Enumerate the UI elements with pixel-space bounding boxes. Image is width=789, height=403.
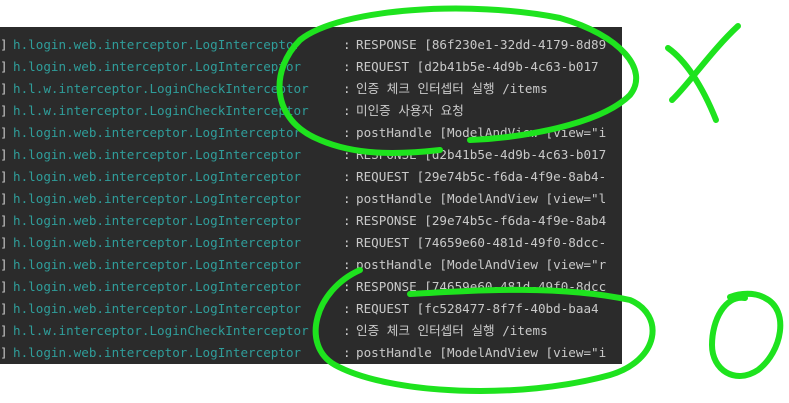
log-line: ] h.l.w.interceptor.LoginCheckInterceptor… xyxy=(0,320,622,342)
log-line-separator: : xyxy=(343,235,351,250)
log-line: ] h.login.web.interceptor.LogInterceptor:… xyxy=(0,188,622,210)
log-line: ] h.login.web.interceptor.LogInterceptor:… xyxy=(0,210,622,232)
log-line-message: postHandle [ModelAndView [view="i xyxy=(356,345,607,360)
log-line-message: 인증 체크 인터셉터 실행 /items xyxy=(356,81,548,96)
log-line-logger: h.login.web.interceptor.LogInterceptor xyxy=(13,213,302,228)
log-line-separator: : xyxy=(343,191,351,206)
log-line-gutter: ] xyxy=(0,257,8,272)
log-line: ] h.login.web.interceptor.LogInterceptor:… xyxy=(0,34,622,56)
log-line-message: 인증 체크 인터셉터 실행 /items xyxy=(356,323,548,338)
log-line-gutter: ] xyxy=(0,191,8,206)
log-line-message: REQUEST [74659e60-481d-49f0-8dcc- xyxy=(356,235,607,250)
log-line-gutter: ] xyxy=(0,37,8,52)
log-line-separator: : xyxy=(343,125,351,140)
log-line-separator: : xyxy=(343,37,351,52)
log-line-gutter: ] xyxy=(0,213,8,228)
log-line-message: postHandle [ModelAndView [view="l xyxy=(356,191,607,206)
o-mark-icon xyxy=(709,290,784,379)
log-line-separator: : xyxy=(343,81,351,96)
log-line-logger: h.login.web.interceptor.LogInterceptor xyxy=(13,257,302,272)
log-line-separator: : xyxy=(343,301,351,316)
log-line-message: RESPONSE [74659e60-481d-49f0-8dcc xyxy=(356,279,607,294)
log-line-message: 미인증 사용자 요청 xyxy=(356,103,464,118)
log-line-gutter: ] xyxy=(0,103,8,118)
log-line-logger: h.login.web.interceptor.LogInterceptor xyxy=(13,169,302,184)
log-line-logger: h.login.web.interceptor.LogInterceptor xyxy=(13,301,302,316)
log-line: ] h.login.web.interceptor.LogInterceptor:… xyxy=(0,298,622,320)
log-line: ] h.login.web.interceptor.LogInterceptor:… xyxy=(0,232,622,254)
log-line-gutter: ] xyxy=(0,345,8,360)
log-line-gutter: ] xyxy=(0,125,8,140)
log-line-logger: h.l.w.interceptor.LoginCheckInterceptor xyxy=(13,81,309,96)
log-line-message: postHandle [ModelAndView [view="i xyxy=(356,125,607,140)
log-line-message: RESPONSE [29e74b5c-f6da-4f9e-8ab4 xyxy=(356,213,607,228)
log-line-gutter: ] xyxy=(0,169,8,184)
x-mark-icon xyxy=(665,23,741,123)
log-line-logger: h.login.web.interceptor.LogInterceptor xyxy=(13,147,302,162)
log-line: ] h.l.w.interceptor.LoginCheckInterceptor… xyxy=(0,78,622,100)
log-line-gutter: ] xyxy=(0,323,8,338)
log-line-message: RESPONSE [d2b41b5e-4d9b-4c63-b017 xyxy=(356,147,607,162)
log-line-message: REQUEST [fc528477-8f7f-40bd-baa4 xyxy=(356,301,599,316)
log-line-gutter: ] xyxy=(0,81,8,96)
log-line-separator: : xyxy=(343,213,351,228)
log-line-separator: : xyxy=(343,345,351,360)
log-line-separator: : xyxy=(343,169,351,184)
log-line: ] h.login.web.interceptor.LogInterceptor:… xyxy=(0,122,622,144)
log-line-gutter: ] xyxy=(0,279,8,294)
log-line: ] h.l.w.interceptor.LoginCheckInterceptor… xyxy=(0,100,622,122)
log-lines: ] h.login.web.interceptor.LogInterceptor:… xyxy=(0,27,622,364)
log-line: ] h.login.web.interceptor.LogInterceptor:… xyxy=(0,276,622,298)
log-line-gutter: ] xyxy=(0,59,8,74)
log-line-logger: h.l.w.interceptor.LoginCheckInterceptor xyxy=(13,323,309,338)
log-line-logger: h.l.w.interceptor.LoginCheckInterceptor xyxy=(13,103,309,118)
log-line-logger: h.login.web.interceptor.LogInterceptor xyxy=(13,191,302,206)
log-line-separator: : xyxy=(343,257,351,272)
log-line-logger: h.login.web.interceptor.LogInterceptor xyxy=(13,125,302,140)
log-line-gutter: ] xyxy=(0,235,8,250)
log-line-logger: h.login.web.interceptor.LogInterceptor xyxy=(13,235,302,250)
log-line-message: REQUEST [d2b41b5e-4d9b-4c63-b017 xyxy=(356,59,599,74)
log-line-separator: : xyxy=(343,323,351,338)
console-output[interactable]: ] h.login.web.interceptor.LogInterceptor:… xyxy=(0,27,622,364)
log-line: ] h.login.web.interceptor.LogInterceptor:… xyxy=(0,56,622,78)
log-line-logger: h.login.web.interceptor.LogInterceptor xyxy=(13,59,302,74)
log-line: ] h.login.web.interceptor.LogInterceptor:… xyxy=(0,342,622,364)
log-line-separator: : xyxy=(343,103,351,118)
log-line-logger: h.login.web.interceptor.LogInterceptor xyxy=(13,345,302,360)
log-line-logger: h.login.web.interceptor.LogInterceptor xyxy=(13,37,302,52)
log-line-gutter: ] xyxy=(0,147,8,162)
log-line-message: REQUEST [29e74b5c-f6da-4f9e-8ab4- xyxy=(356,169,607,184)
log-line-separator: : xyxy=(343,279,351,294)
log-line-gutter: ] xyxy=(0,301,8,316)
log-line-message: RESPONSE [86f230e1-32dd-4179-8d89 xyxy=(356,37,607,52)
log-line: ] h.login.web.interceptor.LogInterceptor:… xyxy=(0,254,622,276)
log-line: ] h.login.web.interceptor.LogInterceptor:… xyxy=(0,166,622,188)
log-line-separator: : xyxy=(343,59,351,74)
log-line-separator: : xyxy=(343,147,351,162)
log-line: ] h.login.web.interceptor.LogInterceptor:… xyxy=(0,144,622,166)
log-line-logger: h.login.web.interceptor.LogInterceptor xyxy=(13,279,302,294)
log-line-message: postHandle [ModelAndView [view="r xyxy=(356,257,607,272)
